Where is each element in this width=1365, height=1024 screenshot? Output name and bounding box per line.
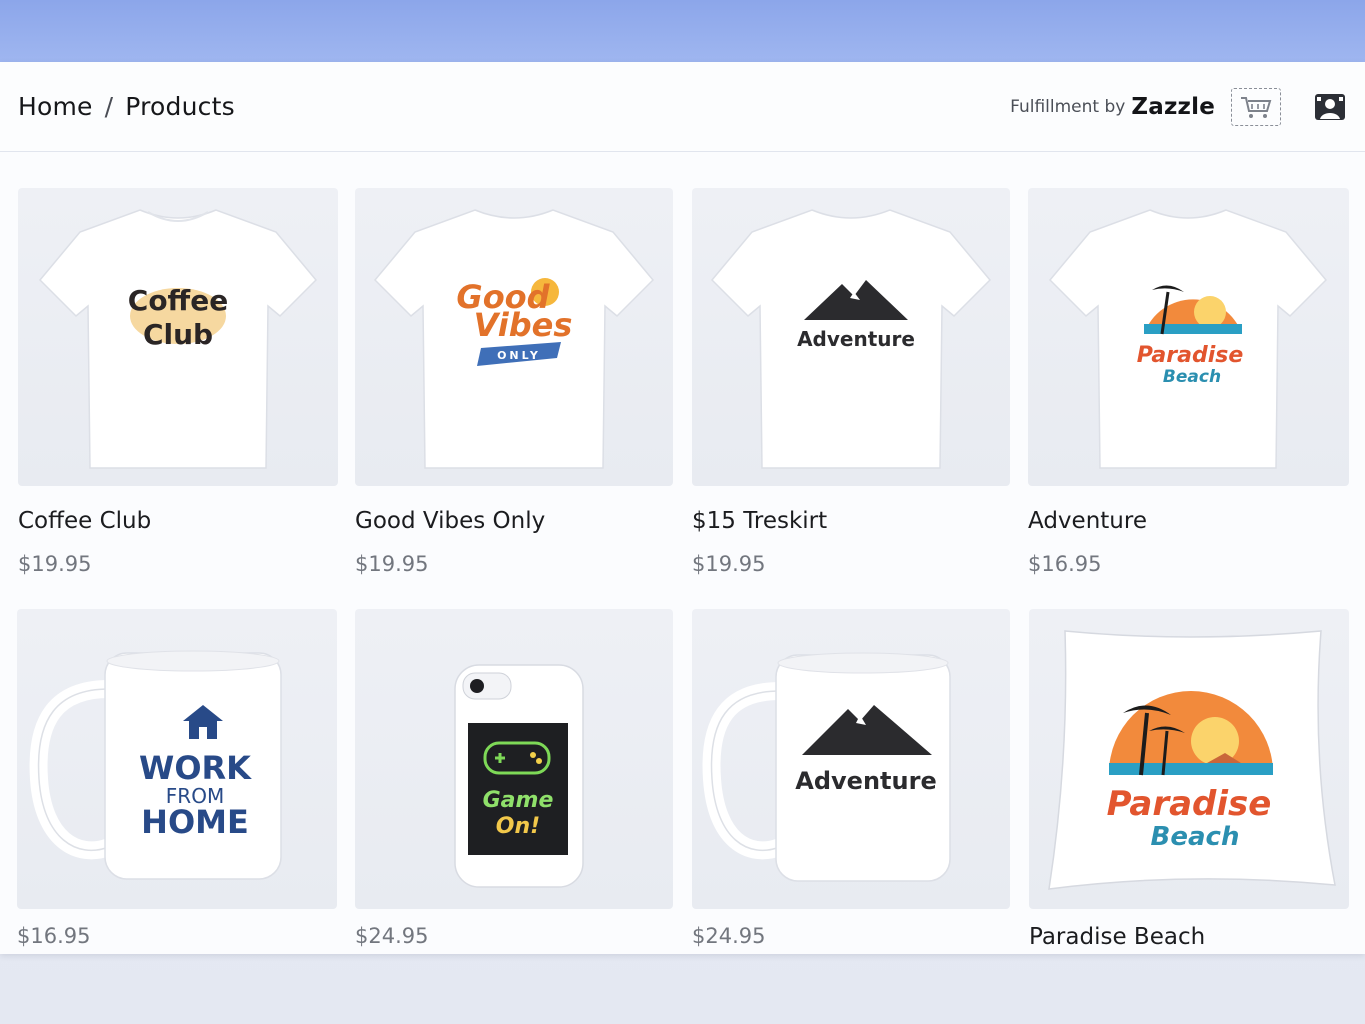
product-image[interactable]: Paradise Beach bbox=[1029, 609, 1349, 909]
design-text: Paradise bbox=[1137, 343, 1244, 368]
product-image[interactable]: Good Vibes ONLY bbox=[355, 188, 673, 486]
product-name[interactable]: Coffee Club bbox=[18, 508, 151, 534]
products-panel: Home / Products Fulfillment by Zazzle Co… bbox=[0, 62, 1365, 954]
breadcrumb: Home / Products bbox=[18, 92, 235, 121]
breadcrumb-separator: / bbox=[104, 92, 114, 121]
product-name[interactable]: Good Vibes Only bbox=[355, 508, 545, 534]
product-name[interactable]: Adventure bbox=[1028, 508, 1147, 534]
design-text: On! bbox=[496, 814, 540, 839]
page-header: Home / Products Fulfillment by Zazzle bbox=[0, 62, 1365, 152]
design-text: Game bbox=[483, 788, 554, 813]
product-image[interactable]: Coffee Club bbox=[18, 188, 338, 486]
fulfilment-label: Fulfillment by bbox=[1010, 96, 1126, 117]
header-actions: Fulfillment by Zazzle bbox=[1010, 87, 1347, 126]
design-text: WORK bbox=[139, 749, 252, 787]
breadcrumb-home-link[interactable]: Home bbox=[18, 92, 93, 121]
brand-name: Zazzle bbox=[1131, 93, 1215, 120]
design-text: Adventure bbox=[795, 767, 936, 795]
design-text: Paradise bbox=[1107, 784, 1272, 824]
product-price: $19.95 bbox=[18, 552, 92, 576]
product-price: $19.95 bbox=[692, 552, 766, 576]
product-price: $19.95 bbox=[355, 552, 429, 576]
product-name[interactable]: Paradise Beach bbox=[1029, 924, 1205, 950]
product-image[interactable]: Game On! bbox=[355, 609, 673, 909]
product-image[interactable]: WORK FROM HOME bbox=[17, 609, 337, 909]
product-price: $16.95 bbox=[1028, 552, 1102, 576]
top-banner bbox=[0, 0, 1365, 62]
design-text: Beach bbox=[1163, 367, 1221, 387]
product-price: $24.95 bbox=[355, 924, 429, 948]
product-price: $24.95 bbox=[692, 924, 766, 948]
design-text: Coffee bbox=[128, 284, 228, 317]
product-image[interactable]: Adventure bbox=[692, 188, 1010, 486]
product-image[interactable]: Paradise Beach bbox=[1028, 188, 1349, 486]
design-text: Club bbox=[143, 318, 213, 351]
product-name[interactable]: $15 Treskirt bbox=[692, 508, 827, 534]
product-image[interactable]: Adventure bbox=[692, 609, 1010, 909]
design-text: HOME bbox=[141, 803, 249, 841]
design-text: Beach bbox=[1151, 822, 1240, 852]
user-badge-icon bbox=[1315, 93, 1345, 120]
design-text: Adventure bbox=[797, 327, 915, 351]
design-text: Vibes bbox=[474, 306, 573, 344]
design-text: ONLY bbox=[497, 349, 541, 362]
cart-icon bbox=[1241, 96, 1272, 118]
product-price: $16.95 bbox=[17, 924, 91, 948]
account-button[interactable] bbox=[1313, 92, 1347, 122]
breadcrumb-current: Products bbox=[125, 92, 235, 121]
cart-button[interactable] bbox=[1231, 87, 1281, 126]
